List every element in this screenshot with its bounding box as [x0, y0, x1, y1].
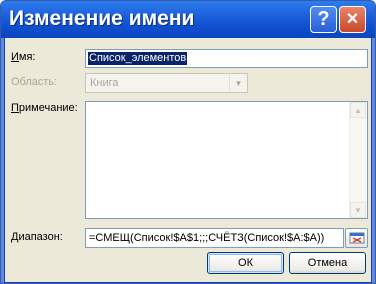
range-select-button[interactable]	[345, 228, 368, 248]
name-input[interactable]: Список_элементов	[85, 49, 368, 68]
scope-label: Область:	[11, 76, 58, 88]
scroll-up-arrow-icon[interactable]: ▲	[350, 102, 366, 118]
close-icon: ×	[346, 8, 359, 30]
help-button[interactable]: ?	[310, 6, 337, 33]
name-value-selected: Список_элементов	[88, 52, 188, 65]
dialog-title: Изменение имени	[9, 7, 195, 30]
help-icon: ?	[317, 8, 330, 30]
range-value: =СМЕЩ(Список!$A$1;;;СЧЁТЗ(Список!$A:$A))	[89, 232, 325, 244]
range-input[interactable]: =СМЕЩ(Список!$A$1;;;СЧЁТЗ(Список!$A:$A))	[85, 228, 344, 248]
cancel-button[interactable]: Отмена	[289, 252, 366, 274]
chevron-down-icon[interactable]: ▼	[229, 74, 247, 92]
rename-dialog: Изменение имени ? × Имя: Список_элементо…	[0, 0, 376, 284]
comment-label: Примечание:	[11, 102, 78, 114]
scroll-down-arrow-icon[interactable]: ▼	[350, 202, 366, 218]
title-bar[interactable]: Изменение имени ? ×	[1, 1, 375, 38]
scope-value: Книга	[90, 77, 119, 89]
comment-textarea[interactable]: ▲ ▼	[85, 101, 368, 219]
cancel-button-label: Отмена	[307, 257, 348, 269]
comment-scrollbar[interactable]: ▲ ▼	[349, 102, 367, 218]
close-button[interactable]: ×	[339, 6, 366, 33]
dialog-body: Имя: Список_элементов Область: Книга ▼ П…	[4, 38, 372, 283]
collapse-dialog-icon	[349, 232, 364, 244]
ok-button[interactable]: ОК	[207, 252, 284, 274]
name-label: Имя:	[11, 51, 36, 63]
ok-button-label: ОК	[238, 257, 253, 269]
scope-dropdown[interactable]: Книга ▼	[85, 73, 248, 93]
range-label: Диапазон:	[11, 231, 63, 243]
